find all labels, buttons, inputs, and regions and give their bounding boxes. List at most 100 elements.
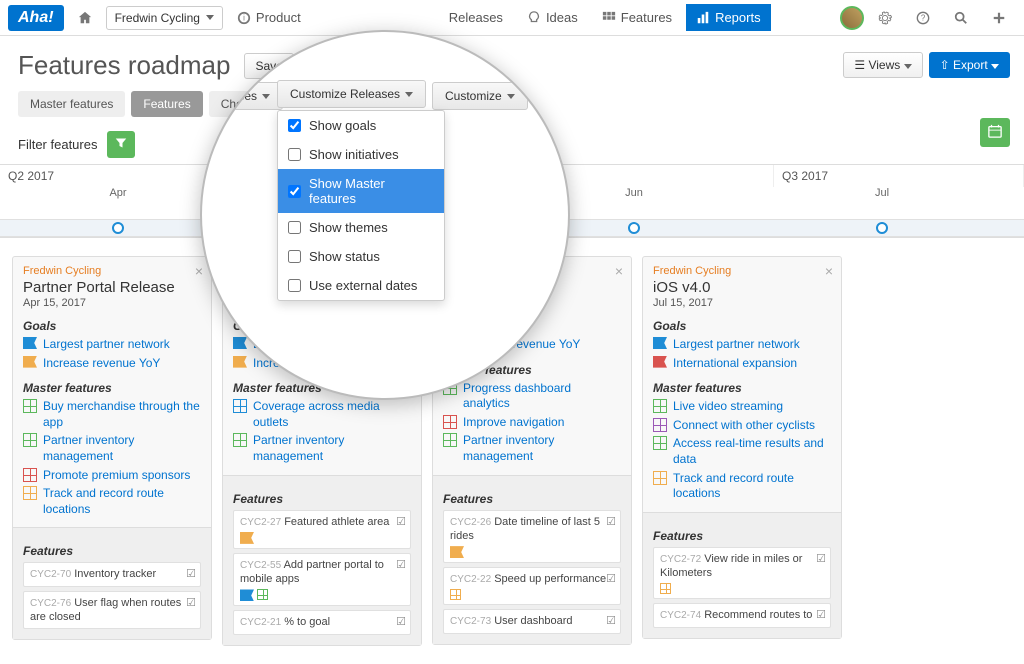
master-feature-item[interactable]: Promote premium sponsors	[23, 468, 201, 484]
menu-show-initiatives[interactable]: Show initiatives	[278, 140, 444, 169]
grid-icon	[23, 468, 37, 482]
checkbox-icon[interactable]: ☑	[396, 615, 406, 629]
goal-item[interactable]: Largest partner network	[653, 337, 831, 353]
grid-icon	[233, 399, 247, 413]
help-button[interactable]: ?	[906, 5, 940, 31]
menu-show-master-features[interactable]: Show Master features	[278, 169, 444, 213]
master-feature-item[interactable]: Live video streaming	[653, 399, 831, 415]
close-icon[interactable]: ×	[615, 263, 623, 279]
feature-item[interactable]: CYC2-27 Featured athlete area☑	[233, 510, 411, 549]
goal-item[interactable]: International expansion	[653, 356, 831, 372]
master-feature-item[interactable]: Improve navigation	[443, 415, 621, 431]
nav-product[interactable]: iProduct	[227, 4, 311, 31]
month-jun: Jun	[625, 187, 643, 199]
checkbox-icon[interactable]: ☑	[816, 608, 826, 622]
master-feature-item[interactable]: Partner inventory management	[23, 433, 201, 464]
feature-item[interactable]: CYC2-70 Inventory tracker☑	[23, 562, 201, 586]
checkbox-icon[interactable]: ☑	[606, 614, 616, 628]
checkbox[interactable]	[288, 250, 301, 263]
milestone-marker[interactable]	[112, 222, 124, 234]
menu-show-themes[interactable]: Show themes	[278, 213, 444, 242]
views-button[interactable]: ☰ Views	[843, 52, 922, 78]
flag-icon	[23, 337, 37, 349]
release-card: × Fredwin Cycling iOS v4.0 Jul 15, 2017 …	[642, 256, 842, 639]
add-button[interactable]	[982, 5, 1016, 31]
feature-item[interactable]: CYC2-55 Add partner portal to mobile app…	[233, 553, 411, 607]
home-button[interactable]	[68, 5, 102, 31]
grid-icon	[653, 418, 667, 432]
customize-dropdown[interactable]: Customize	[432, 82, 528, 110]
checkbox-icon[interactable]: ☑	[186, 596, 196, 610]
milestone-marker[interactable]	[876, 222, 888, 234]
goal-item[interactable]: Increase revenue YoY	[23, 356, 201, 372]
releases-dropdown-partial[interactable]: eases	[212, 82, 283, 110]
release-title[interactable]: iOS v4.0	[653, 279, 831, 297]
logo[interactable]: Aha!	[8, 5, 64, 31]
tab-master-features[interactable]: Master features	[18, 91, 125, 117]
close-icon[interactable]: ×	[825, 263, 833, 279]
chevron-down-icon	[904, 64, 912, 69]
master-feature-item[interactable]: Buy merchandise through the app	[23, 399, 201, 430]
release-card: × Fredwin Cycling Partner Portal Release…	[12, 256, 212, 640]
quarter-q3: Q3 2017	[774, 165, 1024, 187]
checkbox[interactable]	[288, 119, 301, 132]
nav-ideas[interactable]: Ideas	[517, 4, 588, 31]
release-title[interactable]: Partner Portal Release	[23, 279, 201, 297]
grid-icon	[450, 589, 461, 600]
grid-icon	[23, 433, 37, 447]
master-feature-item[interactable]: Partner inventory management	[233, 433, 411, 464]
search-button[interactable]	[944, 5, 978, 31]
export-button[interactable]: ⇧ Export	[929, 52, 1010, 78]
checkbox[interactable]	[288, 185, 301, 198]
calendar-button[interactable]	[980, 118, 1010, 147]
settings-button[interactable]	[868, 5, 902, 31]
feature-item[interactable]: CYC2-22 Speed up performance☑	[443, 567, 621, 605]
magnifier-overlay: eases Customize Releases Customize Show …	[200, 30, 570, 400]
nav-releases[interactable]: Releases	[439, 4, 513, 31]
goal-item[interactable]: Largest partner network	[23, 337, 201, 353]
master-feature-item[interactable]: Partner inventory management	[443, 433, 621, 464]
master-feature-item[interactable]: Coverage across media outlets	[233, 399, 411, 430]
flag-icon	[240, 589, 254, 601]
month-jul: Jul	[875, 187, 889, 199]
feature-item[interactable]: CYC2-76 User flag when routes are closed…	[23, 591, 201, 630]
user-avatar[interactable]	[840, 6, 864, 30]
customize-menu: Show goals Show initiatives Show Master …	[277, 110, 445, 301]
grid-icon	[653, 471, 667, 485]
master-feature-item[interactable]: Connect with other cyclists	[653, 418, 831, 434]
menu-show-status[interactable]: Show status	[278, 242, 444, 271]
menu-use-external-dates[interactable]: Use external dates	[278, 271, 444, 300]
nav-reports[interactable]: Reports	[686, 4, 771, 31]
checkbox[interactable]	[288, 279, 301, 292]
workspace-selector[interactable]: Fredwin Cycling	[106, 6, 223, 30]
chevron-down-icon	[507, 94, 515, 99]
milestone-marker[interactable]	[628, 222, 640, 234]
feature-item[interactable]: CYC2-21 % to goal☑	[233, 610, 411, 634]
features-heading: Features	[653, 529, 831, 543]
menu-show-goals[interactable]: Show goals	[278, 111, 444, 140]
master-feature-item[interactable]: Track and record route locations	[23, 486, 201, 517]
checkbox-icon[interactable]: ☑	[606, 515, 616, 529]
nav-features[interactable]: Features	[592, 4, 682, 31]
checkbox-icon[interactable]: ☑	[606, 572, 616, 586]
checkbox[interactable]	[288, 221, 301, 234]
checkbox-icon[interactable]: ☑	[396, 558, 406, 572]
tab-features[interactable]: Features	[131, 91, 202, 117]
month-apr: Apr	[109, 187, 126, 199]
master-feature-item[interactable]: Access real-time results and data	[653, 436, 831, 467]
filter-button[interactable]	[107, 131, 135, 158]
feature-item[interactable]: CYC2-26 Date timeline of last 5 rides☑	[443, 510, 621, 564]
flag-icon	[450, 546, 464, 558]
checkbox-icon[interactable]: ☑	[186, 567, 196, 581]
checkbox-icon[interactable]: ☑	[396, 515, 406, 529]
feature-item[interactable]: CYC2-72 View ride in miles or Kilometers…	[653, 547, 831, 600]
master-feature-item[interactable]: Track and record route locations	[653, 471, 831, 502]
top-nav: Aha! Fredwin Cycling iProduct Releases I…	[0, 0, 1024, 36]
feature-item[interactable]: CYC2-73 User dashboard☑	[443, 609, 621, 633]
card-workspace: Fredwin Cycling	[23, 265, 201, 277]
checkbox-icon[interactable]: ☑	[816, 552, 826, 566]
feature-item[interactable]: CYC2-74 Recommend routes to☑	[653, 603, 831, 627]
checkbox[interactable]	[288, 148, 301, 161]
customize-releases-dropdown[interactable]: Customize Releases	[277, 80, 426, 108]
flag-icon	[23, 356, 37, 368]
